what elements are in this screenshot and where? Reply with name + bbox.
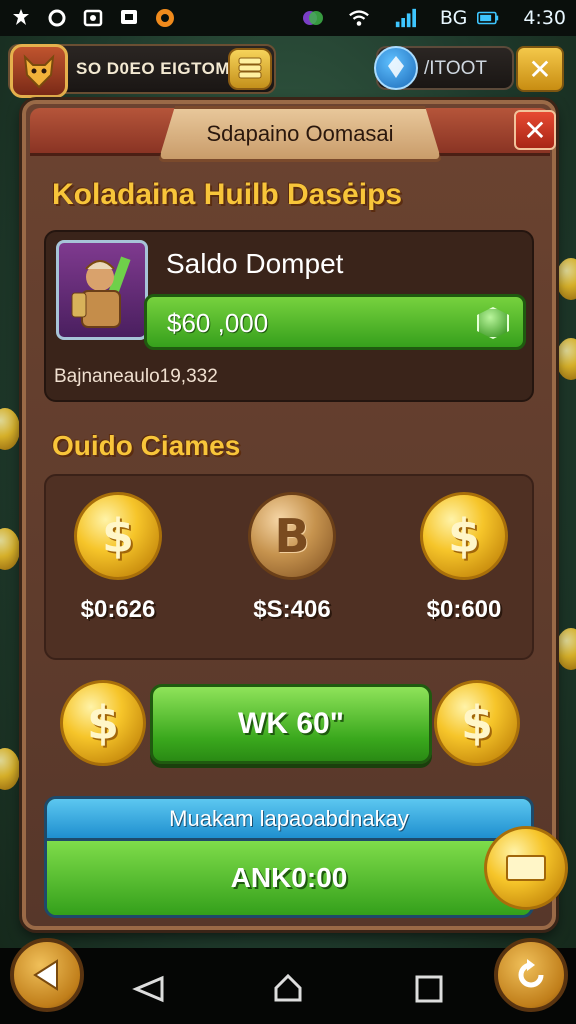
network-label: BG bbox=[439, 7, 468, 29]
notification-icon bbox=[154, 7, 176, 29]
coin-amount: $0:626 bbox=[80, 596, 156, 623]
decor-coin-left bbox=[0, 528, 20, 570]
decor-coin-left bbox=[0, 748, 20, 790]
hud-close-button[interactable]: ✕ bbox=[516, 46, 564, 92]
section-title-wallet: Koladaina Huilb Dasėips bbox=[52, 178, 403, 211]
refresh-round-button[interactable] bbox=[494, 938, 568, 1012]
dollar-coin-icon: $ bbox=[60, 680, 146, 766]
top-hud: SO D0EO EIGTOM /ITOOT ✕ bbox=[0, 40, 576, 98]
wallet-panel: Sdapaino Oomasai ✕ Koladaina Huilb Dasėi… bbox=[22, 100, 556, 930]
withdraw-value: ANK0:00 bbox=[230, 862, 348, 893]
green-gem-icon bbox=[477, 307, 509, 339]
withdraw-button[interactable]: ANK0:00 bbox=[47, 841, 531, 915]
gem-icon bbox=[374, 46, 418, 90]
wifi-icon bbox=[348, 7, 370, 29]
speaker-back-icon bbox=[33, 959, 58, 991]
flag-icon bbox=[506, 855, 546, 881]
back-nav-icon[interactable] bbox=[132, 974, 166, 1004]
app-icon bbox=[302, 7, 324, 29]
avatar[interactable] bbox=[10, 44, 68, 98]
signal-icon bbox=[394, 7, 416, 29]
home-nav-icon[interactable] bbox=[272, 972, 304, 1004]
wk-button-label: WK 60" bbox=[238, 707, 344, 740]
coin-amount: $0:600 bbox=[426, 596, 502, 623]
panel-header: Sdapaino Oomasai ✕ bbox=[30, 106, 556, 162]
panel-close-button[interactable]: ✕ bbox=[514, 110, 556, 150]
clock: 4:30 bbox=[523, 7, 566, 29]
character-portrait bbox=[56, 240, 148, 340]
decor-coin-right bbox=[556, 258, 576, 300]
balance-value: $60 ,000 bbox=[167, 308, 269, 338]
section-title-coins: Ouido Ciames bbox=[52, 430, 241, 461]
bronze-coin-icon: B bbox=[248, 492, 336, 580]
balance-bar: $60 ,000 bbox=[144, 294, 526, 350]
player-name: SO D0EO EIGTOM bbox=[76, 59, 231, 78]
refresh-icon bbox=[46, 7, 68, 29]
decor-coin-left bbox=[0, 408, 20, 450]
gallery-icon bbox=[82, 7, 104, 29]
decor-coin-right bbox=[556, 338, 576, 380]
settings-icon bbox=[10, 7, 32, 29]
back-round-button[interactable] bbox=[10, 938, 84, 1012]
dollar-coin-icon: $ bbox=[74, 492, 162, 580]
coin-option[interactable]: $ $0:626 bbox=[58, 492, 178, 642]
withdraw-header: Muakam lapaoabdnakay bbox=[47, 799, 531, 841]
confirm-coin-button[interactable] bbox=[484, 826, 568, 910]
banner-tab: Sdapaino Oomasai bbox=[158, 106, 442, 162]
coin-amount: $S:406 bbox=[253, 596, 331, 623]
close-icon: ✕ bbox=[523, 113, 547, 147]
coin-option[interactable]: B $S:406 bbox=[232, 492, 352, 642]
gem-value: /ITOOT bbox=[424, 58, 487, 79]
close-icon: ✕ bbox=[528, 52, 552, 86]
dollar-coin-icon: $ bbox=[434, 680, 520, 766]
balance-subtext: Bajnaneaulo19,332 bbox=[54, 366, 218, 387]
battery-icon bbox=[477, 7, 499, 29]
system-nav-bar bbox=[0, 948, 576, 1024]
decor-coin-right bbox=[556, 628, 576, 670]
wallet-label: Saldo Dompet bbox=[166, 248, 344, 279]
withdraw-title: Muakam lapaoabdnakay bbox=[169, 805, 409, 831]
fox-icon bbox=[23, 54, 55, 89]
coin-stack-icon[interactable] bbox=[228, 48, 272, 90]
wk-button[interactable]: WK 60" bbox=[150, 684, 432, 764]
panel-title: Sdapaino Oomasai bbox=[206, 121, 394, 146]
dollar-coin-icon: $ bbox=[420, 492, 508, 580]
withdraw-box[interactable]: Muakam lapaoabdnakay ANK0:00 bbox=[44, 796, 534, 918]
wallet-card: Saldo Dompet $60 ,000 Bajnaneaulo19,332 bbox=[44, 230, 534, 402]
player-profile[interactable]: SO D0EO EIGTOM bbox=[8, 44, 276, 98]
message-icon bbox=[118, 7, 140, 29]
coin-tray: $ $0:626 B $S:406 $ $0:600 bbox=[44, 474, 534, 660]
refresh-icon bbox=[518, 959, 544, 988]
warrior-icon bbox=[71, 256, 131, 328]
status-bar: BG 4:30 bbox=[0, 0, 576, 36]
gem-counter[interactable]: /ITOOT bbox=[374, 46, 514, 90]
coin-option[interactable]: $ $0:600 bbox=[404, 492, 524, 642]
recents-nav-icon[interactable] bbox=[414, 974, 444, 1004]
